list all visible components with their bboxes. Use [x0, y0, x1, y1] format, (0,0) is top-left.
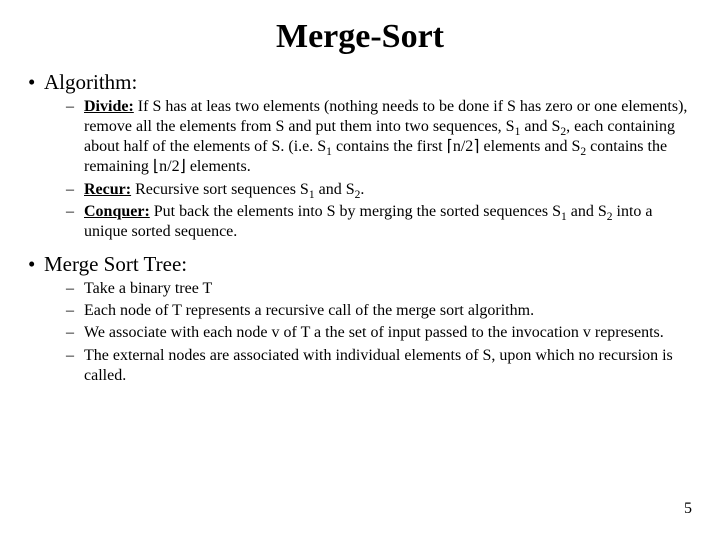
- tree-items: Take a binary tree T Each node of T repr…: [44, 279, 692, 386]
- list-item: Take a binary tree T: [44, 279, 692, 299]
- term-divide: Divide:: [84, 98, 134, 115]
- text: .: [360, 181, 364, 198]
- term-recur: Recur:: [84, 181, 131, 198]
- text: Recursive sort sequences S: [131, 181, 309, 198]
- section-label: Algorithm:: [44, 70, 137, 94]
- text: Put back the elements into S by merging …: [150, 203, 561, 220]
- text: contains the first: [332, 138, 447, 155]
- text: n/2: [159, 158, 179, 175]
- algorithm-items: Divide: If S has at leas two elements (n…: [44, 97, 692, 242]
- list-item: We associate with each node v of T a the…: [44, 323, 692, 343]
- bullet-list: Algorithm: Divide: If S has at leas two …: [28, 70, 692, 386]
- text: elements and S: [480, 138, 581, 155]
- section-merge-sort-tree: Merge Sort Tree: Take a binary tree T Ea…: [28, 252, 692, 386]
- algorithm-recur: Recur: Recursive sort sequences S1 and S…: [44, 180, 692, 200]
- text: n/2: [453, 138, 473, 155]
- list-item: The external nodes are associated with i…: [44, 346, 692, 386]
- page-number: 5: [684, 500, 692, 518]
- algorithm-divide: Divide: If S has at leas two elements (n…: [44, 97, 692, 178]
- section-algorithm: Algorithm: Divide: If S has at leas two …: [28, 70, 692, 242]
- text: and S: [567, 203, 607, 220]
- list-item: Each node of T represents a recursive ca…: [44, 301, 692, 321]
- term-conquer: Conquer:: [84, 203, 150, 220]
- text: and S: [520, 118, 560, 135]
- slide: Merge-Sort Algorithm: Divide: If S has a…: [0, 0, 720, 540]
- section-label: Merge Sort Tree:: [44, 252, 187, 276]
- text: elements.: [186, 158, 251, 175]
- algorithm-conquer: Conquer: Put back the elements into S by…: [44, 202, 692, 242]
- slide-title: Merge-Sort: [28, 18, 692, 56]
- text: and S: [315, 181, 355, 198]
